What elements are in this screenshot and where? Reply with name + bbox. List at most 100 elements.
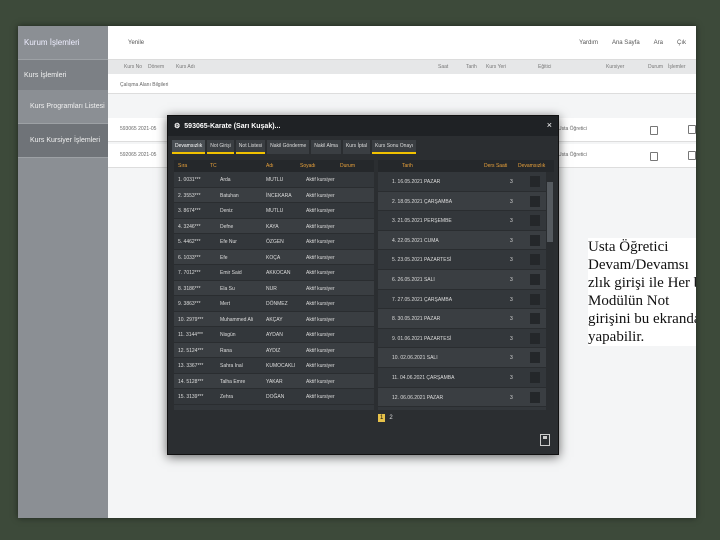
lesson-hours: 3 [510,179,513,185]
search-button[interactable]: Ara [654,40,663,46]
annotation-note: Usta Öğretici Devam/Devamsı zlık girişi … [588,238,696,346]
student-row[interactable]: 12. 5124*** Rana AYDIZ Aktif kursiyer [174,342,374,358]
absence-input[interactable] [530,273,540,285]
date-row[interactable]: 3. 21.05.2021 PERŞEMBE 3 [378,211,554,231]
absence-input[interactable] [530,176,540,187]
absence-input[interactable] [530,234,540,246]
absence-input[interactable] [530,215,540,227]
student-no: 2. 3553*** [178,192,201,199]
student-surname: AYDAN [266,332,283,338]
tab-not-girisi[interactable]: Not Girişi [207,140,234,154]
col-tarih: Tarih [466,64,477,70]
date-row[interactable]: 5. 23.05.2021 PAZARTESİ 3 [378,250,554,270]
student-name: Nisgün [220,332,236,338]
document-icon[interactable] [688,151,696,160]
student-row[interactable]: 8. 3186*** Ela Su NUR Aktif kursiyer [174,280,374,296]
gear-icon[interactable] [650,126,658,135]
logout-button[interactable]: Çık [677,40,686,46]
col-kurs-adi: Kurs Adı [176,64,195,70]
gear-icon[interactable] [650,152,658,161]
student-no: 14. 5128*** [178,378,204,385]
scrollbar-thumb[interactable] [547,182,553,242]
student-row[interactable]: 13. 3367*** Sahra Inal KUMOCAKLI Aktif kurs… [174,358,374,374]
modal-tabs: Devamsızlık Not Girişi Not Listesi Nakil… [168,136,558,154]
student-no: 15. 3139*** [178,394,204,400]
student-status: Aktif kursiyer [306,363,335,369]
tab-nakil-gonderme[interactable]: Nakil Gönderme [267,140,310,154]
date-row[interactable]: 4. 22.05.2021 CUMA 3 [378,230,554,251]
student-surname: AKKOCAN [266,270,291,276]
student-row[interactable]: 15. 3139*** Zehra DOĞAN Aktif kursiyer [174,389,374,405]
date-row[interactable]: 2. 18.05.2021 ÇARŞAMBA 3 [378,191,554,212]
student-row[interactable]: 7. 7012*** Emir Said AKKOCAN Aktif kursiyer [174,265,374,281]
date-row[interactable]: 7. 27.05.2021 ÇARŞAMBA 3 [378,290,554,310]
student-row[interactable]: 2. 3553*** Batuhan İNCEKARA Aktif kursiyer [174,187,374,203]
student-surname: KOÇA [266,254,281,261]
sidebar-item-kurs-programlari[interactable]: Kurs Programları Listesi [18,90,108,124]
student-row[interactable]: 10. 2979*** Muhammed Ali AKÇAY Aktif kursiy… [174,311,374,327]
student-row[interactable]: 9. 3863*** Mert DÖNMEZ Aktif kursiyer [174,296,374,312]
absence-input[interactable] [530,293,540,305]
date-row[interactable]: 9. 01.06.2021 PAZARTESİ 3 [378,329,554,349]
refresh-button[interactable]: Yenile [128,40,144,46]
col-kursiyer: Kursiyer [606,64,625,70]
lesson-hours: 3 [510,237,513,244]
student-row[interactable]: 14. 5128*** Talha Emre YAKAR Aktif kursiyer [174,373,374,389]
student-row[interactable]: 3. 8674*** Deniz MUTLU Aktif kursiyer [174,203,374,219]
row-label: Çalışma Alanı Bilgileri [120,82,169,88]
absence-input[interactable] [530,371,540,383]
date-label: 8. 30.05.2021 PAZAR [392,316,441,323]
tab-devamsizlik[interactable]: Devamsızlık [172,140,206,154]
student-name: Sahra Inal [220,363,243,369]
student-no: 11. 3144*** [178,332,203,338]
date-label: 10. 02.06.2021 SALI [392,355,438,362]
student-row[interactable]: 1. 0031*** Arda MUTLU Aktif kursiyer [174,172,374,188]
help-button[interactable]: Yardım [579,40,598,46]
date-row[interactable]: 1. 16.05.2021 PAZAR 3 [378,172,554,192]
sidebar-group-kurs[interactable]: Kurs İşlemleri [18,60,108,90]
student-name: Deniz [220,208,233,214]
date-label: 9. 01.06.2021 PAZARTESİ [392,335,452,342]
absence-input[interactable] [530,254,540,266]
date-row[interactable]: 10. 02.06.2021 SALI 3 [378,348,554,368]
lesson-hours: 3 [510,316,513,323]
scrollbar[interactable] [546,172,554,410]
student-status: Aktif kursiyer [306,177,335,183]
date-label: 11. 04.06.2021 ÇARŞAMBA [392,374,455,381]
document-icon[interactable] [688,125,696,134]
student-status: Aktif kursiyer [306,254,335,261]
sidebar-item-kursiyer-islemleri[interactable]: Kurs Kursiyer İşlemleri [18,124,108,158]
save-icon[interactable] [540,434,550,446]
col-donem: Dönem [148,64,165,70]
student-row[interactable]: 4. 3246*** Defne KAYA Aktif kursiyer [174,218,374,234]
absence-input[interactable] [530,352,540,364]
student-name: Defne [220,223,234,230]
lesson-hours: 3 [510,257,513,264]
attendance-modal: ⚙ 593065-Karate (Sarı Kuşak)... × Devams… [167,115,559,455]
header-durum: Durum [340,163,356,169]
date-row[interactable]: 11. 04.06.2021 ÇARŞAMBA 3 [378,368,554,388]
page-1-button[interactable]: 1 [378,414,386,422]
tab-kurs-sonu-onayi[interactable]: Kurs Sonu Onayı [372,140,417,154]
absence-input[interactable] [530,391,540,403]
absence-input[interactable] [530,195,540,207]
date-row[interactable]: 6. 26.05.2021 SALI 3 [378,269,554,290]
student-no: 3. 8674*** [178,208,201,214]
sidebar: Kurum İşlemleri Kurs İşlemleri Kurs Prog… [18,26,108,518]
absence-input[interactable] [530,313,540,325]
student-name: Talha Emre [220,378,246,385]
tab-kurs-iptal[interactable]: Kurs İptal [342,140,371,154]
tab-not-listesi[interactable]: Not Listesi [235,140,266,154]
sidebar-title[interactable]: Kurum İşlemleri [18,26,108,60]
lesson-hours: 3 [510,335,513,342]
tab-nakil-alma[interactable]: Nakil Alma [311,140,341,154]
date-row[interactable]: 12. 06.06.2021 PAZAR 3 [378,387,554,408]
absence-input[interactable] [530,332,540,344]
close-icon[interactable]: × [547,120,552,130]
home-button[interactable]: Ana Sayfa [612,40,640,46]
page-2-button[interactable]: 2 [389,415,392,421]
student-row[interactable]: 11. 3144*** Nisgün AYDAN Aktif kursiyer [174,327,374,343]
date-row[interactable]: 8. 30.05.2021 PAZAR 3 [378,309,554,329]
student-row[interactable]: 5. 4462*** Efe Nur ÖZGEN Aktif kursiyer [174,234,374,250]
student-row[interactable]: 6. 1033*** Efe KOÇA Aktif kursiyer [174,249,374,265]
